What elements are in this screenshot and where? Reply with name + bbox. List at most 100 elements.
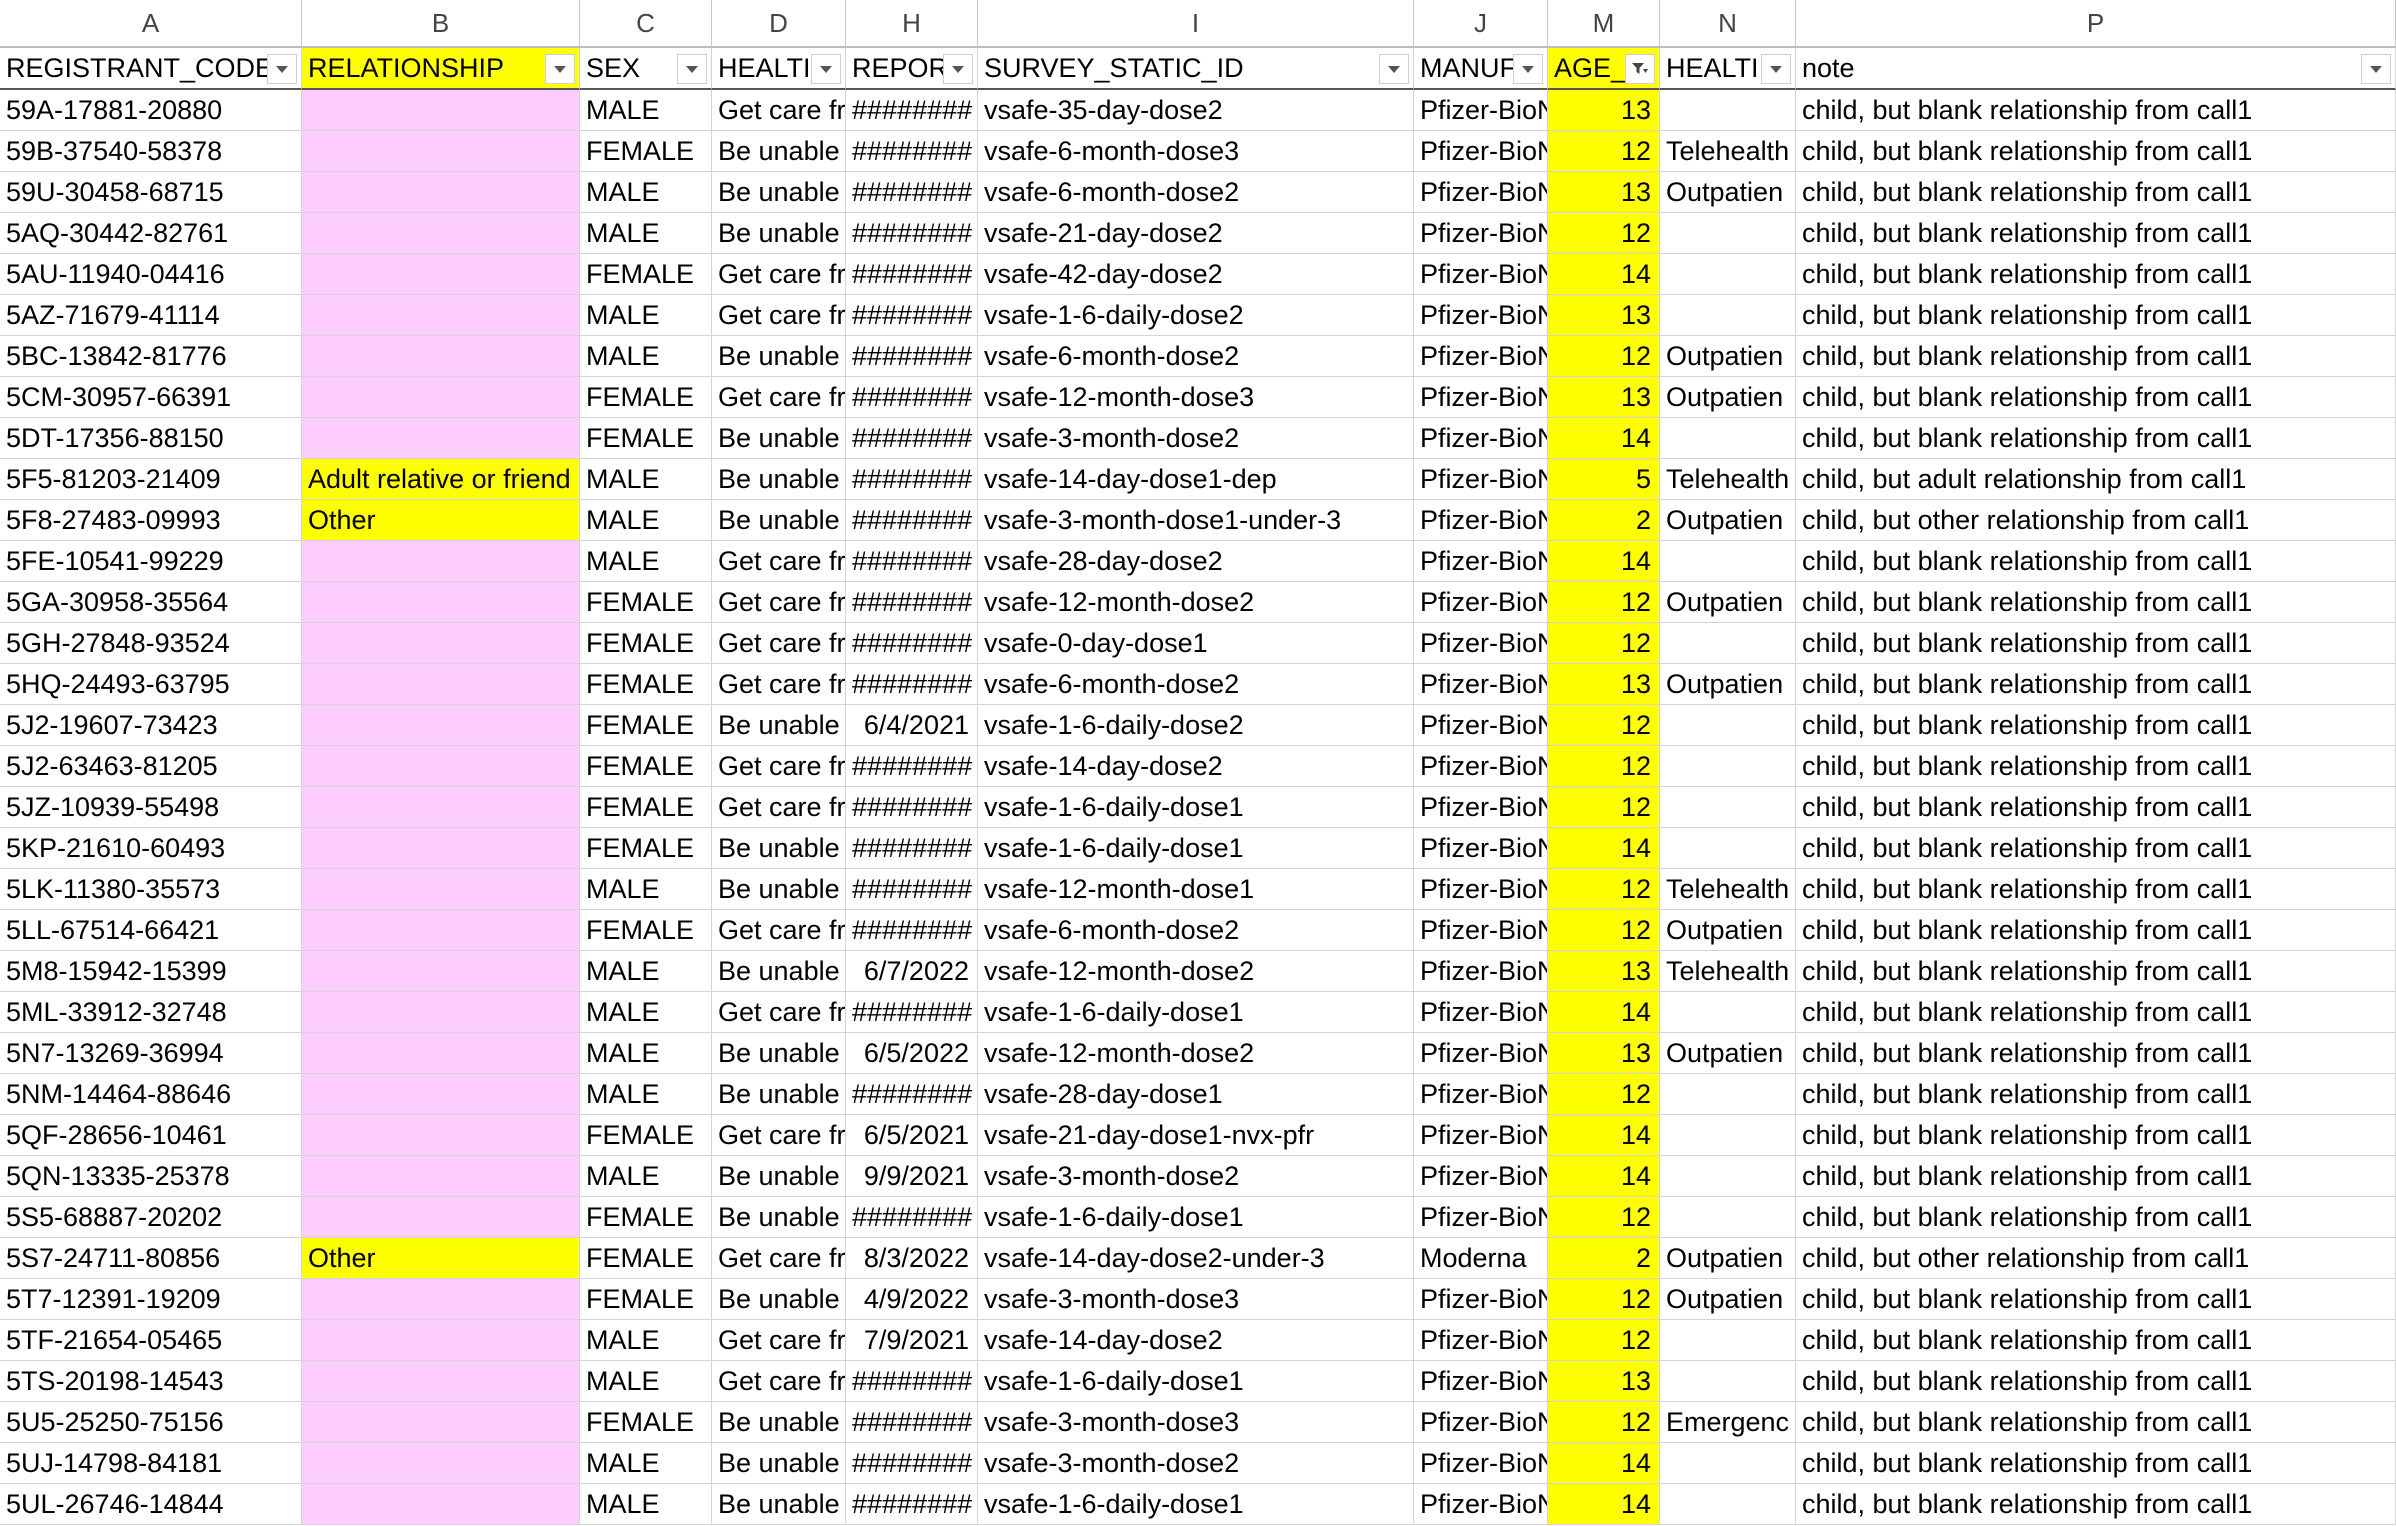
cell-b[interactable]: Other <box>302 500 580 541</box>
cell-h[interactable]: 6/5/2022 <box>846 1033 978 1074</box>
cell-d[interactable]: Be unable <box>712 828 846 869</box>
cell-p[interactable]: child, but blank relationship from call1 <box>1796 336 2396 377</box>
cell-j[interactable]: Pfizer-BioN <box>1414 1156 1548 1197</box>
cell-p[interactable]: child, but blank relationship from call1 <box>1796 1115 2396 1156</box>
cell-n[interactable] <box>1660 254 1796 295</box>
cell-m[interactable]: 14 <box>1548 1115 1660 1156</box>
cell-p[interactable]: child, but blank relationship from call1 <box>1796 992 2396 1033</box>
cell-m[interactable]: 13 <box>1548 1033 1660 1074</box>
cell-b[interactable] <box>302 1115 580 1156</box>
cell-a[interactable]: 5HQ-24493-63795 <box>0 664 302 705</box>
cell-a[interactable]: 5BC-13842-81776 <box>0 336 302 377</box>
cell-p[interactable]: child, but blank relationship from call1 <box>1796 1320 2396 1361</box>
cell-h[interactable]: ######## <box>846 828 978 869</box>
cell-a[interactable]: 5T7-12391-19209 <box>0 1279 302 1320</box>
cell-h[interactable]: ######## <box>846 418 978 459</box>
cell-h[interactable]: 6/7/2022 <box>846 951 978 992</box>
cell-d[interactable]: Get care fr <box>712 1320 846 1361</box>
cell-j[interactable]: Pfizer-BioN <box>1414 295 1548 336</box>
cell-j[interactable]: Pfizer-BioN <box>1414 377 1548 418</box>
cell-b[interactable] <box>302 90 580 131</box>
cell-i[interactable]: vsafe-14-day-dose2 <box>978 1320 1414 1361</box>
cell-b[interactable] <box>302 705 580 746</box>
cell-a[interactable]: 5GH-27848-93524 <box>0 623 302 664</box>
cell-n[interactable] <box>1660 1320 1796 1361</box>
cell-j[interactable]: Pfizer-BioN <box>1414 1443 1548 1484</box>
cell-c[interactable]: MALE <box>580 500 712 541</box>
cell-d[interactable]: Get care fr <box>712 90 846 131</box>
cell-m[interactable]: 12 <box>1548 213 1660 254</box>
cell-d[interactable]: Get care fr <box>712 377 846 418</box>
cell-h[interactable]: ######## <box>846 910 978 951</box>
column-letter-h[interactable]: H <box>846 0 978 48</box>
cell-c[interactable]: MALE <box>580 1484 712 1525</box>
cell-n[interactable] <box>1660 541 1796 582</box>
cell-h[interactable]: ######## <box>846 254 978 295</box>
cell-p[interactable]: child, but blank relationship from call1 <box>1796 582 2396 623</box>
cell-d[interactable]: Get care fr <box>712 746 846 787</box>
cell-a[interactable]: 5QF-28656-10461 <box>0 1115 302 1156</box>
cell-i[interactable]: vsafe-6-month-dose2 <box>978 172 1414 213</box>
cell-d[interactable]: Be unable <box>712 500 846 541</box>
cell-d[interactable]: Be unable <box>712 1156 846 1197</box>
dropdown-arrow-icon[interactable] <box>267 54 297 84</box>
cell-d[interactable]: Get care fr <box>712 664 846 705</box>
cell-a[interactable]: 5F8-27483-09993 <box>0 500 302 541</box>
cell-n[interactable]: Outpatien <box>1660 910 1796 951</box>
cell-a[interactable]: 5U5-25250-75156 <box>0 1402 302 1443</box>
cell-p[interactable]: child, but blank relationship from call1 <box>1796 213 2396 254</box>
cell-d[interactable]: Be unable <box>712 1197 846 1238</box>
cell-b[interactable] <box>302 582 580 623</box>
cell-h[interactable]: ######## <box>846 1361 978 1402</box>
cell-a[interactable]: 5LL-67514-66421 <box>0 910 302 951</box>
cell-d[interactable]: Be unable <box>712 1279 846 1320</box>
cell-c[interactable]: MALE <box>580 459 712 500</box>
cell-d[interactable]: Be unable <box>712 1484 846 1525</box>
cell-h[interactable]: ######## <box>846 1443 978 1484</box>
cell-d[interactable]: Be unable <box>712 213 846 254</box>
cell-p[interactable]: child, but blank relationship from call1 <box>1796 623 2396 664</box>
cell-c[interactable]: FEMALE <box>580 664 712 705</box>
cell-p[interactable]: child, but blank relationship from call1 <box>1796 418 2396 459</box>
cell-j[interactable]: Pfizer-BioN <box>1414 664 1548 705</box>
cell-a[interactable]: 5DT-17356-88150 <box>0 418 302 459</box>
cell-i[interactable]: vsafe-21-day-dose2 <box>978 213 1414 254</box>
cell-p[interactable]: child, but blank relationship from call1 <box>1796 951 2396 992</box>
cell-j[interactable]: Pfizer-BioN <box>1414 910 1548 951</box>
cell-i[interactable]: vsafe-1-6-daily-dose1 <box>978 787 1414 828</box>
cell-b[interactable]: Adult relative or friend <box>302 459 580 500</box>
column-letter-b[interactable]: B <box>302 0 580 48</box>
cell-b[interactable] <box>302 1402 580 1443</box>
cell-i[interactable]: vsafe-3-month-dose1-under-3 <box>978 500 1414 541</box>
cell-i[interactable]: vsafe-3-month-dose2 <box>978 1156 1414 1197</box>
cell-p[interactable]: child, but blank relationship from call1 <box>1796 746 2396 787</box>
cell-a[interactable]: 5UJ-14798-84181 <box>0 1443 302 1484</box>
cell-h[interactable]: 8/3/2022 <box>846 1238 978 1279</box>
cell-b[interactable] <box>302 623 580 664</box>
header-age-[interactable]: AGE_ <box>1548 48 1660 90</box>
header-repor[interactable]: REPOR <box>846 48 978 90</box>
cell-m[interactable]: 12 <box>1548 623 1660 664</box>
cell-b[interactable] <box>302 418 580 459</box>
cell-a[interactable]: 59U-30458-68715 <box>0 172 302 213</box>
dropdown-arrow-icon[interactable] <box>943 54 973 84</box>
cell-b[interactable] <box>302 1156 580 1197</box>
cell-j[interactable]: Pfizer-BioN <box>1414 1074 1548 1115</box>
cell-h[interactable]: ######## <box>846 1197 978 1238</box>
cell-p[interactable]: child, but blank relationship from call1 <box>1796 1484 2396 1525</box>
cell-j[interactable]: Pfizer-BioN <box>1414 500 1548 541</box>
cell-m[interactable]: 13 <box>1548 377 1660 418</box>
cell-a[interactable]: 5S7-24711-80856 <box>0 1238 302 1279</box>
cell-i[interactable]: vsafe-3-month-dose3 <box>978 1402 1414 1443</box>
cell-p[interactable]: child, but blank relationship from call1 <box>1796 1402 2396 1443</box>
cell-a[interactable]: 5J2-19607-73423 <box>0 705 302 746</box>
cell-m[interactable]: 12 <box>1548 1074 1660 1115</box>
column-letter-c[interactable]: C <box>580 0 712 48</box>
cell-h[interactable]: ######## <box>846 1402 978 1443</box>
cell-j[interactable]: Pfizer-BioN <box>1414 1320 1548 1361</box>
cell-h[interactable]: 6/5/2021 <box>846 1115 978 1156</box>
cell-p[interactable]: child, but blank relationship from call1 <box>1796 869 2396 910</box>
dropdown-arrow-icon[interactable] <box>677 54 707 84</box>
cell-h[interactable]: ######## <box>846 664 978 705</box>
cell-m[interactable]: 13 <box>1548 295 1660 336</box>
